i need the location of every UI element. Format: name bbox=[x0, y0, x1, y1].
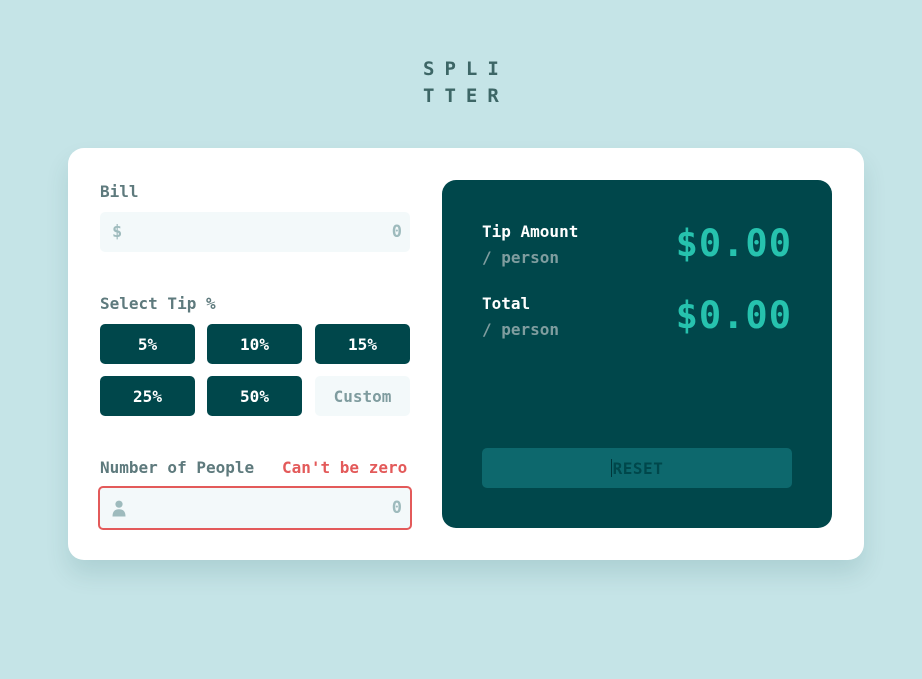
people-label: Number of People bbox=[100, 458, 255, 477]
bill-label: Bill bbox=[100, 182, 139, 201]
bill-field[interactable]: $ bbox=[100, 212, 410, 252]
tip-option-5[interactable]: 5% bbox=[100, 324, 195, 364]
tip-custom-input[interactable]: Custom bbox=[315, 376, 410, 416]
bill-input[interactable] bbox=[202, 222, 402, 242]
logo-line-1: SPLI bbox=[423, 58, 509, 80]
people-field[interactable] bbox=[98, 486, 412, 530]
person-icon bbox=[112, 500, 126, 517]
tip-option-50[interactable]: 50% bbox=[207, 376, 302, 416]
text-cursor bbox=[610, 459, 612, 477]
tip-amount-per-person-label: / person bbox=[482, 248, 560, 267]
reset-label: RESET bbox=[612, 458, 664, 478]
select-tip-label: Select Tip % bbox=[100, 294, 216, 313]
people-input[interactable] bbox=[202, 498, 402, 518]
calculator-card: Bill $ Select Tip % 5% 10% 15% 25% 50% C… bbox=[68, 148, 864, 560]
tip-amount-label: Tip Amount bbox=[482, 222, 579, 241]
people-error-message: Can't be zero bbox=[282, 458, 408, 477]
tip-option-25[interactable]: 25% bbox=[100, 376, 195, 416]
logo-line-2: TTER bbox=[423, 85, 509, 107]
total-label: Total bbox=[482, 294, 531, 313]
reset-button[interactable]: RESET bbox=[482, 448, 792, 488]
tip-option-10[interactable]: 10% bbox=[207, 324, 302, 364]
tip-amount-value: $0.00 bbox=[675, 222, 792, 265]
dollar-icon: $ bbox=[112, 222, 123, 242]
total-value: $0.00 bbox=[675, 294, 792, 337]
tip-option-15[interactable]: 15% bbox=[315, 324, 410, 364]
total-per-person-label: / person bbox=[482, 320, 560, 339]
results-panel: Tip Amount / person $0.00 Total / person… bbox=[442, 180, 832, 528]
app-logo: SPLI TTER bbox=[423, 56, 523, 110]
